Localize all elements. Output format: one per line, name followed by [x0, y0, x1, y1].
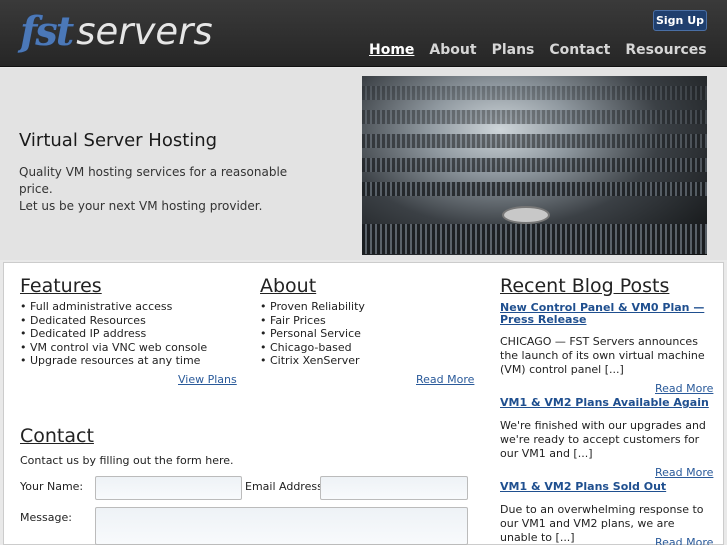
email-label: Email Address: [245, 480, 327, 493]
list-item: Personal Service [260, 327, 480, 341]
list-item: VM control via VNC web console [20, 341, 240, 355]
main-content: Features Full administrative access Dedi… [3, 262, 724, 545]
main-nav: Home About Plans Contact Resources [369, 42, 707, 58]
blog-heading: Recent Blog Posts [500, 275, 670, 297]
message-label: Message: [20, 511, 72, 524]
blog-read-more-1[interactable]: Read More [655, 382, 713, 395]
contact-section: Contact [20, 425, 320, 447]
about-heading: About [260, 275, 317, 297]
logo-fst: fst [20, 7, 74, 55]
features-list: Full administrative access Dedicated Res… [20, 300, 240, 368]
blog-post-title-3[interactable]: VM1 & VM2 Plans Sold Out [500, 481, 712, 493]
list-item: Fair Prices [260, 314, 480, 328]
list-item: Full administrative access [20, 300, 240, 314]
logo-servers: servers [76, 9, 213, 53]
about-list: Proven Reliability Fair Prices Personal … [260, 300, 480, 368]
blog-read-more-3[interactable]: Read More [655, 536, 713, 545]
blog-post-title-2[interactable]: VM1 & VM2 Plans Available Again [500, 397, 712, 409]
email-input[interactable] [320, 476, 468, 500]
contact-intro: Contact us by filling out the form here. [20, 454, 234, 467]
list-item: Citrix XenServer [260, 354, 480, 368]
features-section: Features Full administrative access Dedi… [20, 275, 240, 368]
signup-button[interactable]: Sign Up [653, 10, 707, 31]
blog-read-more-2[interactable]: Read More [655, 466, 713, 479]
nav-about[interactable]: About [429, 42, 476, 58]
list-item: Chicago-based [260, 341, 480, 355]
list-item: Dedicated IP address [20, 327, 240, 341]
hero-tagline-line2: Let us be your next VM hosting provider. [19, 199, 263, 213]
nav-plans[interactable]: Plans [492, 42, 535, 58]
contact-heading: Contact [20, 425, 94, 447]
nav-contact[interactable]: Contact [549, 42, 610, 58]
view-plans-link[interactable]: View Plans [178, 373, 237, 386]
blog-section: Recent Blog Posts [500, 275, 710, 297]
site-header: fst servers Sign Up Home About Plans Con… [0, 0, 727, 67]
nav-resources[interactable]: Resources [625, 42, 706, 58]
name-label: Your Name: [20, 480, 84, 493]
nav-home[interactable]: Home [369, 42, 414, 58]
list-item: Proven Reliability [260, 300, 480, 314]
list-item: Dedicated Resources [20, 314, 240, 328]
hero-title: Virtual Server Hosting [19, 130, 218, 151]
message-textarea[interactable] [95, 507, 468, 545]
server-rack-image [362, 76, 707, 255]
list-item: Upgrade resources at any time [20, 354, 240, 368]
features-heading: Features [20, 275, 102, 297]
name-input[interactable] [95, 476, 242, 500]
blog-post-body-1: CHICAGO — FST Servers announces the laun… [500, 335, 705, 376]
blog-post-title-1[interactable]: New Control Panel & VM0 Plan — Press Rel… [500, 302, 712, 326]
blog-post-body-2: We're finished with our upgrades and we'… [500, 419, 706, 460]
about-read-more-link[interactable]: Read More [416, 373, 474, 386]
site-logo[interactable]: fst servers [20, 7, 213, 55]
hero-tagline-line1: Quality VM hosting services for a reason… [19, 165, 288, 196]
about-section: About Proven Reliability Fair Prices Per… [260, 275, 480, 368]
hero-tagline: Quality VM hosting services for a reason… [19, 164, 319, 215]
hero-banner: Virtual Server Hosting Quality VM hostin… [0, 68, 727, 260]
